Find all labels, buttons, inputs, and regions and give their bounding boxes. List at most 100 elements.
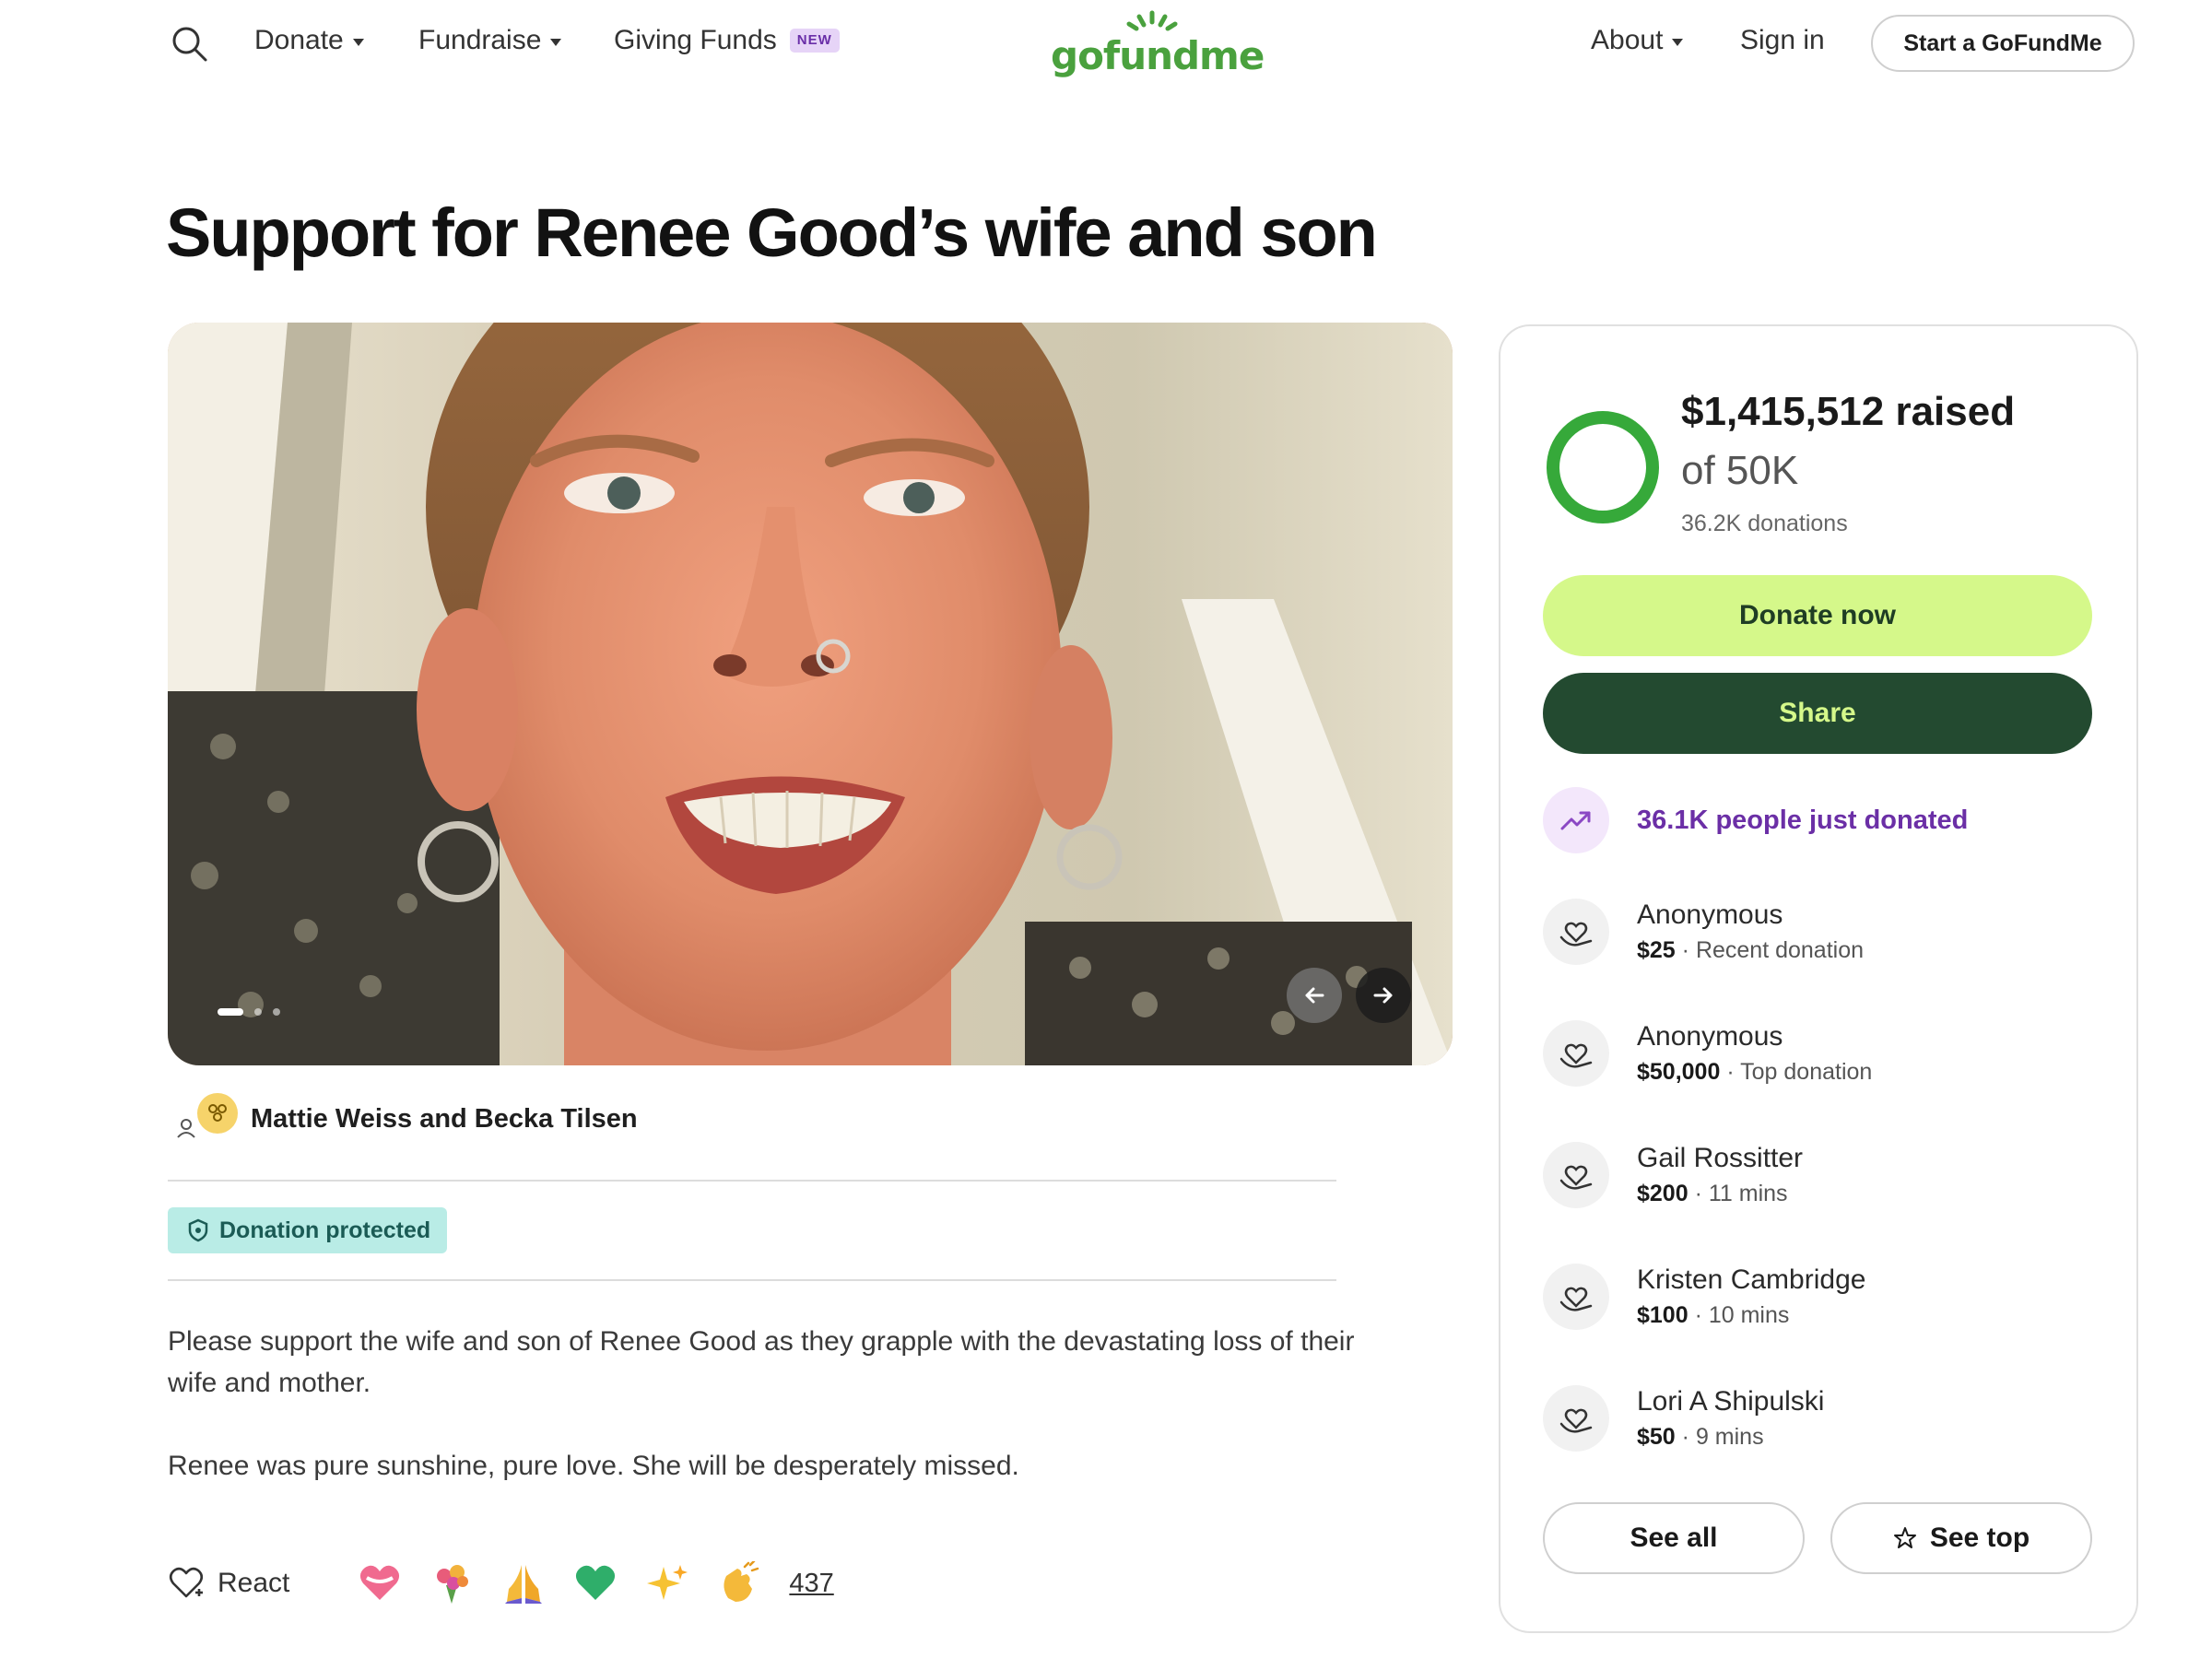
donor-meta: $50 · 9 mins — [1637, 1424, 1764, 1450]
description-paragraph: Renee was pure sunshine, pure love. She … — [168, 1451, 1019, 1481]
react-label: React — [218, 1568, 290, 1598]
donor-note: 10 mins — [1708, 1302, 1790, 1328]
nav-fundraise-label: Fundraise — [418, 25, 542, 55]
donor-details: Kristen Cambridge $100 · 10 mins — [1637, 1262, 1865, 1332]
new-badge: NEW — [789, 29, 840, 53]
reaction-emojis — [358, 1561, 761, 1605]
nav-donate-label: Donate — [254, 25, 344, 55]
nav-about-menu[interactable]: About — [1591, 20, 1684, 61]
donor-meta: $200 · 11 mins — [1637, 1181, 1788, 1206]
gofundme-logo[interactable]: gofundme — [1051, 9, 1265, 79]
bouquet-emoji-icon[interactable] — [429, 1561, 474, 1605]
chevron-down-icon — [352, 39, 364, 46]
donor-meta: $100 · 10 mins — [1637, 1302, 1790, 1328]
donation-protected-label: Donation protected — [219, 1217, 431, 1243]
trending-text: 36.1K people just donated — [1637, 805, 1969, 835]
donor-note: 9 mins — [1695, 1424, 1764, 1450]
donor-amount: $50 — [1637, 1424, 1676, 1450]
logo-wordmark: gofundme — [1051, 33, 1265, 78]
donation-sidebar: $1,415,512 raised of 50K 36.2K donations… — [1499, 324, 2138, 1633]
donor-details: Lori A Shipulski $50 · 9 mins — [1637, 1383, 1824, 1453]
chevron-down-icon — [550, 39, 562, 46]
nav-fundraise-menu[interactable]: Fundraise — [418, 20, 562, 61]
page-title: Support for Renee Good’s wife and son — [166, 194, 1378, 271]
donations-count: 36.2K donations — [1681, 511, 1848, 536]
heart-hand-icon — [1543, 1142, 1609, 1208]
donor-item: Lori A Shipulski $50 · 9 mins — [1543, 1377, 1824, 1460]
carousel-dot[interactable] — [273, 1008, 280, 1016]
nav-giving-funds-label: Giving Funds — [614, 25, 777, 55]
donor-name: Kristen Cambridge — [1637, 1264, 1866, 1295]
chevron-down-icon — [1672, 39, 1684, 46]
heart-hand-icon — [1543, 1264, 1609, 1330]
amount-raised: $1,415,512 raised — [1681, 389, 2016, 434]
see-top-label: See top — [1929, 1523, 2030, 1553]
trending-donations: 36.1K people just donated — [1543, 787, 1968, 853]
donor-meta: $50,000 · Top donation — [1637, 1059, 1873, 1085]
donor-name: Anonymous — [1637, 900, 1783, 930]
carousel-prev-button[interactable] — [1287, 968, 1342, 1023]
sign-in-link[interactable]: Sign in — [1740, 20, 1825, 61]
trending-up-icon — [1543, 787, 1609, 853]
arrow-right-icon — [1373, 987, 1393, 1004]
divider — [168, 1279, 1336, 1281]
donor-note: Top donation — [1740, 1059, 1873, 1085]
shield-icon — [188, 1218, 208, 1242]
nav-about-label: About — [1591, 25, 1664, 55]
top-navigation: Donate Fundraise Giving Funds NEW gofund… — [0, 0, 2212, 92]
donor-note: 11 mins — [1708, 1181, 1788, 1206]
reactions-row: React 437 — [168, 1558, 834, 1609]
goal-amount: of 50K — [1681, 448, 1799, 493]
share-button[interactable]: Share — [1543, 673, 2092, 754]
donor-details: Gail Rossitter $200 · 11 mins — [1637, 1140, 1803, 1210]
reaction-count-link[interactable]: 437 — [789, 1569, 833, 1599]
donate-now-button[interactable]: Donate now — [1543, 575, 2092, 656]
heart-emoji-icon[interactable] — [358, 1561, 402, 1605]
nav-donate-menu[interactable]: Donate — [254, 20, 364, 61]
organizer-avatars — [168, 1091, 251, 1146]
donor-item: Kristen Cambridge $100 · 10 mins — [1543, 1255, 1865, 1338]
clapping-hands-emoji-icon[interactable] — [717, 1561, 761, 1605]
arrow-left-icon — [1305, 987, 1324, 1004]
heart-hand-icon — [1543, 1385, 1609, 1452]
donor-details: Anonymous $50,000 · Top donation — [1637, 1018, 1872, 1088]
see-top-button[interactable]: See top — [1830, 1502, 2092, 1574]
donor-details: Anonymous $25 · Recent donation — [1637, 897, 1864, 967]
divider — [168, 1180, 1336, 1182]
donor-item: Gail Rossitter $200 · 11 mins — [1543, 1134, 1803, 1217]
carousel-indicators[interactable] — [218, 1008, 280, 1016]
donor-item: Anonymous $25 · Recent donation — [1543, 890, 1864, 973]
progress-ring — [1547, 411, 1659, 523]
praying-hands-emoji-icon[interactable] — [501, 1561, 546, 1605]
donor-amount: $25 — [1637, 937, 1676, 963]
group-icon — [197, 1093, 238, 1134]
donor-name: Anonymous — [1637, 1021, 1783, 1052]
heart-hand-icon — [1543, 1020, 1609, 1087]
search-icon[interactable] — [170, 24, 210, 65]
nav-giving-funds-link[interactable]: Giving Funds NEW — [614, 20, 840, 61]
green-heart-emoji-icon[interactable] — [573, 1561, 618, 1605]
donor-amount: $200 — [1637, 1181, 1688, 1206]
donor-amount: $50,000 — [1637, 1059, 1721, 1085]
organizer-name[interactable]: Mattie Weiss and Becka Tilsen — [251, 1104, 638, 1135]
donor-name: Gail Rossitter — [1637, 1143, 1804, 1173]
donor-name: Lori A Shipulski — [1637, 1386, 1825, 1417]
sparkles-emoji-icon[interactable] — [645, 1561, 689, 1605]
sign-in-label: Sign in — [1740, 25, 1825, 55]
carousel-dot[interactable] — [254, 1008, 262, 1016]
heart-hand-icon — [1543, 899, 1609, 965]
heart-plus-icon — [169, 1567, 204, 1598]
carousel-dot-active[interactable] — [218, 1008, 243, 1016]
campaign-photo[interactable] — [168, 323, 1453, 1065]
start-gofundme-button[interactable]: Start a GoFundMe — [1871, 15, 2135, 72]
star-icon — [1893, 1527, 1916, 1548]
organizer-row[interactable]: Mattie Weiss and Becka Tilsen — [168, 1091, 638, 1146]
react-button[interactable]: React — [168, 1565, 289, 1602]
donor-note: Recent donation — [1695, 937, 1865, 963]
see-all-button[interactable]: See all — [1543, 1502, 1805, 1574]
description-paragraph: Please support the wife and son of Renee… — [168, 1326, 1355, 1398]
carousel-next-button[interactable] — [1356, 968, 1411, 1023]
donor-item: Anonymous $50,000 · Top donation — [1543, 1012, 1872, 1095]
donation-protected-badge[interactable]: Donation protected — [168, 1207, 448, 1253]
donor-meta: $25 · Recent donation — [1637, 937, 1865, 963]
